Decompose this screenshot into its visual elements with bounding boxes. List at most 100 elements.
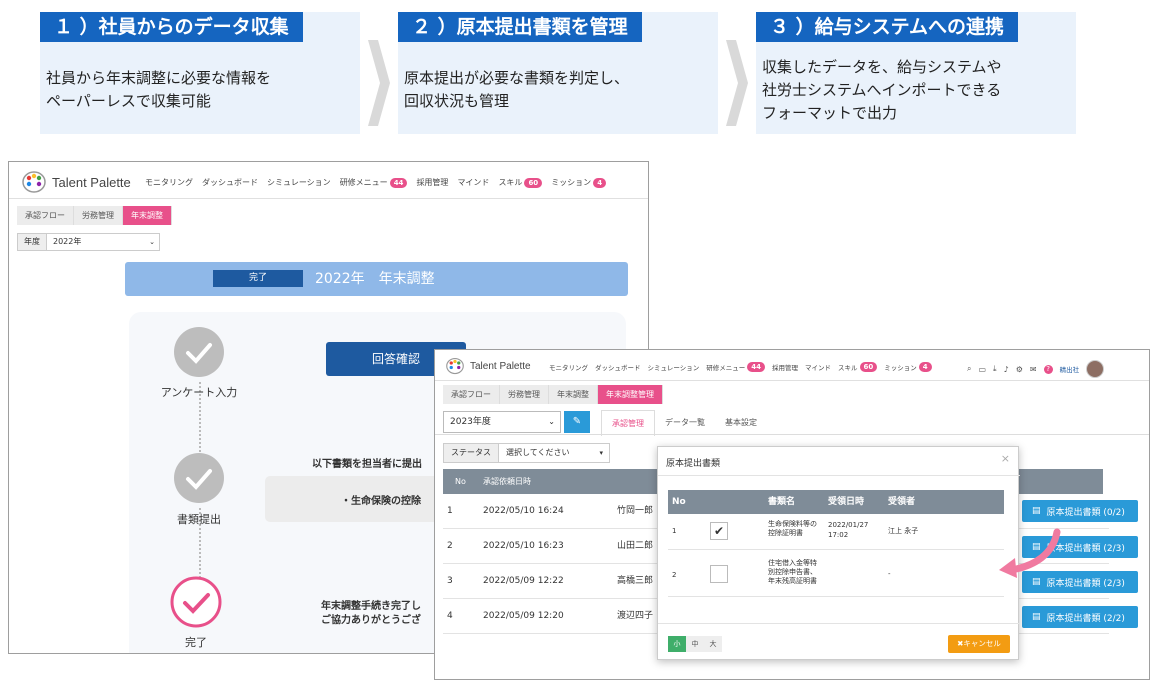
avatar[interactable] (1086, 360, 1105, 378)
status-filter-select[interactable]: 選択してください ▾ (499, 444, 609, 462)
download-icon[interactable]: ⤓ (993, 364, 997, 374)
palette-icon (446, 357, 464, 375)
chevron-down-icon: ⌄ (548, 417, 555, 426)
font-size-toggle: 小 中 大 (668, 636, 722, 652)
nav-monitoring[interactable]: モニタリング (549, 362, 588, 372)
brand-logo[interactable]: Talent Palette (21, 170, 131, 194)
nav-mind[interactable]: マインド (457, 177, 489, 188)
document-icon: ▤ (1032, 612, 1041, 622)
admin-tabs: 承認管理 データ一覧 基本設定 (601, 410, 767, 436)
nav-training[interactable]: 研修メニュー 44 (706, 362, 765, 372)
document-icon: ▤ (1032, 577, 1041, 587)
year-label: 年度 (18, 234, 47, 250)
chevron-right-icon (726, 40, 748, 126)
nav-dashboard[interactable]: ダッシュボード (202, 177, 258, 188)
tab-year-end-admin[interactable]: 年末調整管理 (598, 385, 663, 404)
table-row: 1 ✔ 生命保険料等の 控除証明書 2022/01/27 17:02 江上 永子 (668, 514, 1004, 550)
count-badge: 4 (918, 362, 932, 372)
col-request-date: 承認依頼日時 (483, 477, 531, 486)
step-3-panel: ３ ）給与システムへの連携 収集したデータを、給与システムや 社労士システムへイ… (756, 12, 1076, 134)
step-1-panel: １ ）社員からのデータ収集 社員から年末調整に必要な情報を ペーパーレスで収集可… (40, 12, 360, 134)
count-badge: 44 (747, 362, 765, 372)
step-2-title: ２ ）原本提出書類を管理 (398, 12, 642, 42)
nav-mission[interactable]: ミッション 4 (884, 362, 932, 372)
check-circle-icon (174, 327, 224, 377)
tab-approval-flow[interactable]: 承認フロー (443, 385, 500, 404)
step-1-desc: 社員から年末調整に必要な情報を ペーパーレスで収集可能 (46, 69, 272, 110)
arrow-icon (999, 528, 1061, 578)
count-badge: 44 (389, 177, 408, 188)
brand-name: Talent Palette (470, 360, 531, 372)
year-select[interactable]: 2022年 ⌄ (47, 234, 159, 250)
original-docs-button[interactable]: ▤ 原本提出書類 (0/2) (1022, 500, 1138, 522)
edit-year-button[interactable]: ✎ (564, 411, 590, 433)
received-checkbox[interactable]: ✔ (710, 522, 728, 540)
tab-labor[interactable]: 労務管理 (74, 206, 123, 225)
chevron-down-icon: ⌄ (149, 238, 155, 246)
cancel-button[interactable]: ✖キャンセル (948, 635, 1010, 653)
palette-icon (22, 171, 46, 193)
col-no: No (455, 477, 466, 486)
bell-icon[interactable]: ♪ (1004, 365, 1009, 374)
step-1-title: １ ）社員からのデータ収集 (40, 12, 303, 42)
step-survey-label: アンケート入力 (160, 386, 238, 399)
count-badge: 60 (859, 362, 878, 372)
tab-approval-flow[interactable]: 承認フロー (17, 206, 74, 225)
nav-monitoring[interactable]: モニタリング (145, 177, 193, 188)
modal-table-header: No 書類名 受領日時 受領者 (668, 490, 1004, 514)
step-complete-label: 完了 (185, 636, 207, 649)
tab-approval-manage[interactable]: 承認管理 (601, 410, 655, 436)
main-nav: モニタリング ダッシュボード シミュレーション 研修メニュー 44 採用管理 マイ… (145, 177, 607, 188)
check-circle-icon (174, 453, 224, 503)
tab-year-end[interactable]: 年末調整 (123, 206, 172, 225)
table-row: 2 住宅借入金等特 別控除申告書、 年末残高証明書 - (668, 551, 1004, 597)
nav-mind[interactable]: マインド (805, 362, 831, 372)
close-icon[interactable]: × (1001, 452, 1010, 465)
nav-simulation[interactable]: シミュレーション (648, 362, 700, 372)
modal-title: 原本提出書類 (666, 459, 721, 469)
tab-data-list[interactable]: データ一覧 (655, 410, 715, 436)
tab-basic-settings[interactable]: 基本設定 (715, 410, 767, 436)
chat-icon[interactable]: ✉ (1030, 365, 1037, 374)
main-nav: モニタリング ダッシュボード シミュレーション 研修メニュー 44 採用管理 マイ… (549, 362, 932, 372)
nav-mission[interactable]: ミッション 4 (551, 177, 607, 188)
status-banner: 完了 2022年 年末調整 (125, 262, 628, 296)
nav-dashboard[interactable]: ダッシュボード (595, 362, 641, 372)
nav-simulation[interactable]: シミュレーション (267, 177, 331, 188)
status-filter-label: ステータス (444, 444, 499, 462)
year-select[interactable]: 2023年度 ⌄ (443, 411, 561, 433)
nav-skill[interactable]: スキル 60 (498, 177, 543, 188)
year-end-admin-window: Talent Palette モニタリング ダッシュボード シミュレーション 研… (434, 349, 1150, 680)
chevron-right-icon (368, 40, 390, 126)
nav-recruit[interactable]: 採用管理 (772, 362, 798, 372)
count-badge: 4 (593, 177, 607, 188)
size-large-button[interactable]: 大 (704, 636, 722, 652)
size-medium-button[interactable]: 中 (686, 636, 704, 652)
document-icon: ▤ (1032, 506, 1041, 516)
status-filter: ステータス 選択してください ▾ (443, 443, 610, 463)
edit-icon: ✎ (572, 416, 582, 427)
settings-icon[interactable]: ⚙ (1016, 365, 1023, 374)
step-2-desc: 原本提出が必要な書類を判定し、 回収状況も管理 (404, 69, 630, 110)
nav-recruit[interactable]: 採用管理 (416, 177, 448, 188)
submit-message: 以下書類を担当者に提出 (312, 459, 422, 470)
check-circle-icon (170, 576, 222, 628)
user-status[interactable]: 精出社 (1060, 364, 1080, 374)
help-icon[interactable]: ? (1043, 364, 1053, 374)
brand-logo[interactable]: Talent Palette (445, 357, 531, 375)
size-small-button[interactable]: 小 (668, 636, 686, 652)
banner-title: 2022年 年末調整 (315, 271, 435, 287)
received-checkbox[interactable] (710, 565, 728, 583)
tab-labor[interactable]: 労務管理 (500, 385, 549, 404)
tab-year-end[interactable]: 年末調整 (549, 385, 598, 404)
brand-name: Talent Palette (52, 174, 131, 190)
document-item: ・生命保険の控除 (341, 496, 421, 507)
original-docs-button[interactable]: ▤ 原本提出書類 (2/2) (1022, 606, 1138, 628)
nav-skill[interactable]: スキル 60 (838, 362, 878, 372)
complete-message-2: ご協力ありがとうござ (321, 615, 421, 626)
monitor-icon[interactable]: ▭ (978, 365, 986, 374)
caret-down-icon: ▾ (599, 449, 603, 457)
check-icon: ✔ (713, 524, 725, 538)
search-icon[interactable]: ⌕ (967, 364, 971, 374)
nav-training[interactable]: 研修メニュー 44 (340, 177, 408, 188)
